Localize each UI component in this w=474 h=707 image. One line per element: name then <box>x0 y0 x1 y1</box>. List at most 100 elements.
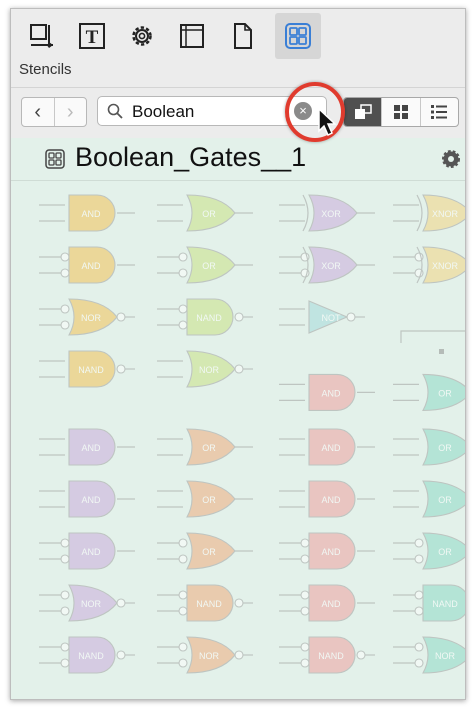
gate-label: NOR <box>435 651 456 661</box>
gate-label: AND <box>321 495 341 505</box>
view-list-button[interactable] <box>419 98 458 126</box>
gate-label: AND <box>81 495 101 505</box>
gate-and[interactable]: AND <box>279 428 375 466</box>
gate-label: OR <box>202 261 216 271</box>
gear-icon <box>132 26 152 46</box>
gate-and[interactable]: AND <box>279 532 375 570</box>
view-stencil-preview-button[interactable] <box>344 98 382 126</box>
text-icon: T <box>79 23 105 49</box>
text-inspector-button[interactable]: T <box>69 13 115 59</box>
canvas-icon <box>30 24 53 48</box>
frame-icon <box>180 24 204 48</box>
gate-or[interactable]: OR <box>393 373 465 411</box>
stencil-icon <box>45 149 65 169</box>
gate-label: AND <box>321 547 341 557</box>
search-icon <box>107 103 123 119</box>
gate-xor[interactable]: XOR <box>279 246 375 284</box>
gate-label: AND <box>81 547 101 557</box>
frame-inspector-button[interactable] <box>169 13 215 59</box>
gate-or[interactable]: OR <box>393 532 465 570</box>
gate-nand[interactable]: NAND <box>393 584 465 622</box>
stencils-inspector: T Stencils ‹ › Boolean × Boolean_Gates__… <box>10 8 466 700</box>
gate-label: OR <box>438 547 452 557</box>
gate-or[interactable]: OR <box>157 428 253 466</box>
gate-nand[interactable]: NAND <box>157 298 253 336</box>
gate-label: OR <box>438 495 452 505</box>
gate-and[interactable]: AND <box>39 246 135 284</box>
gate-and[interactable]: AND <box>39 532 135 570</box>
gate-label: NOT <box>322 313 342 323</box>
grid-view-icon <box>393 105 408 119</box>
gate-and[interactable]: AND <box>279 584 375 622</box>
gate-label: NOR <box>199 365 220 375</box>
gate-and[interactable]: AND <box>39 194 135 232</box>
gate-label: NAND <box>196 313 222 323</box>
gate-label: AND <box>81 209 101 219</box>
gate-or[interactable]: OR <box>393 428 465 466</box>
preview-view-icon <box>354 104 372 119</box>
gate-label: XNOR <box>432 209 459 219</box>
stencil-content-area: Boolean_Gates__1 AND OR XOR XNOR AND OR XOR XNO… <box>11 138 465 699</box>
gate-and[interactable]: AND <box>39 480 135 518</box>
forward-button[interactable]: › <box>53 98 87 126</box>
gate-xnor[interactable]: XNOR <box>393 246 465 284</box>
view-mode-control <box>343 97 459 127</box>
gate-label: XOR <box>321 209 341 219</box>
gate-label: OR <box>438 443 452 453</box>
gate-and[interactable]: AND <box>39 428 135 466</box>
gate-or[interactable]: OR <box>157 246 253 284</box>
gate-nand[interactable]: NAND <box>39 636 135 674</box>
gate-or[interactable]: OR <box>157 194 253 232</box>
gate-and[interactable]: AND <box>279 480 375 518</box>
stencil-title: Boolean_Gates__1 <box>75 142 307 172</box>
gate-label: AND <box>321 388 341 398</box>
properties-inspector-button[interactable] <box>119 13 165 59</box>
gate-not[interactable]: NOT <box>279 300 365 334</box>
stencil-header: Boolean_Gates__1 <box>11 138 465 181</box>
gate-label: AND <box>321 599 341 609</box>
gate-nor[interactable]: NOR <box>39 584 135 622</box>
gate-label: AND <box>81 261 101 271</box>
gate-label: NOR <box>81 313 102 323</box>
document-icon <box>234 23 252 49</box>
gate-nor[interactable]: NOR <box>157 636 253 674</box>
gate-label: NAND <box>318 651 344 661</box>
gate-xnor[interactable]: XNOR <box>393 194 465 232</box>
gate-label: AND <box>81 443 101 453</box>
gate-nand[interactable]: NAND <box>279 636 375 674</box>
gate-nor[interactable]: NOR <box>39 298 135 336</box>
gate-and[interactable]: AND <box>279 373 375 411</box>
back-button[interactable]: ‹ <box>22 98 54 126</box>
gate-label: NAND <box>78 651 104 661</box>
stencils-icon <box>285 23 311 49</box>
gate-label: OR <box>202 443 216 453</box>
gate-label: OR <box>202 495 216 505</box>
gate-nand[interactable]: NAND <box>157 584 253 622</box>
gate-nor[interactable]: NOR <box>157 350 253 388</box>
search-input[interactable] <box>130 100 284 124</box>
gate-or[interactable]: OR <box>157 480 253 518</box>
document-inspector-button[interactable] <box>219 13 265 59</box>
gate-label: OR <box>202 547 216 557</box>
view-grid-button[interactable] <box>381 98 419 126</box>
stencil-navigation-bar: ‹ › × <box>11 87 465 139</box>
inspector-toolbar: T <box>11 9 465 61</box>
stencil-gate-grid: AND OR XOR XNOR AND OR XOR XNOR NOR NAND NOT NAND NO… <box>39 194 465 674</box>
stencils-inspector-button[interactable] <box>275 13 321 59</box>
gate-or[interactable]: OR <box>393 480 465 518</box>
gate-label: NAND <box>78 365 104 375</box>
section-label: Stencils <box>19 61 72 78</box>
screenshot-frame: T Stencils ‹ › Boolean × Boolean_Gates__… <box>0 0 474 707</box>
gate-or[interactable]: OR <box>157 532 253 570</box>
gate-label: XNOR <box>432 261 459 271</box>
gate-label: NAND <box>432 599 458 609</box>
stencil-settings-gear-icon[interactable] <box>440 148 462 170</box>
canvas-inspector-button[interactable] <box>19 13 65 59</box>
gate-nor[interactable]: NOR <box>393 636 465 674</box>
gate-label: NOR <box>81 599 102 609</box>
gate-label: XOR <box>321 261 341 271</box>
gate-label: OR <box>438 388 452 398</box>
back-forward-control: ‹ › <box>21 97 87 127</box>
gate-xor[interactable]: XOR <box>279 194 375 232</box>
gate-nand[interactable]: NAND <box>39 350 135 388</box>
